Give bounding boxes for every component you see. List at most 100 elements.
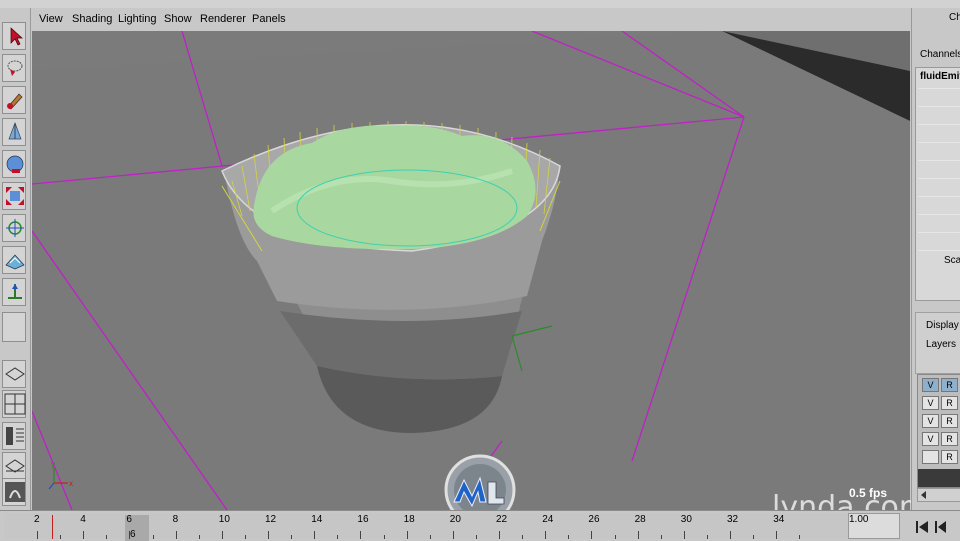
current-frame-label: 6 <box>130 529 136 540</box>
menu-shading[interactable]: Shading <box>72 13 112 25</box>
channel-box-title: Ch <box>949 12 960 23</box>
frame-tick <box>637 531 639 539</box>
frame-tick-label: 14 <box>311 514 323 525</box>
perspective-viewport[interactable]: y x <box>32 31 910 510</box>
step-back-icon[interactable] <box>916 521 928 533</box>
menu-renderer[interactable]: Renderer <box>200 13 246 25</box>
single-view-layout-icon[interactable] <box>2 360 26 388</box>
channels-menu[interactable]: Channels <box>920 49 960 60</box>
frame-tick <box>337 535 339 539</box>
range-end-field[interactable]: 1.00 <box>848 513 900 539</box>
layer-row[interactable]: V R <box>920 396 960 410</box>
frame-tick <box>660 535 662 539</box>
frame-tick <box>268 531 269 539</box>
frame-tick <box>545 531 547 539</box>
frame-tick <box>83 531 85 539</box>
menu-view[interactable]: View <box>39 13 63 25</box>
frame-tick <box>129 531 131 539</box>
render-toggle[interactable]: R <box>941 450 958 464</box>
frame-tick <box>499 531 500 539</box>
layer-row[interactable]: V R <box>920 414 960 428</box>
visibility-toggle[interactable]: V <box>922 432 939 446</box>
frame-tick <box>753 535 755 539</box>
frame-tick <box>406 531 408 539</box>
frame-tick-label: 22 <box>496 514 508 525</box>
render-toggle[interactable]: R <box>941 378 958 392</box>
layer-row[interactable]: R <box>920 450 960 464</box>
svg-text:x: x <box>69 479 73 488</box>
lasso-tool-icon[interactable] <box>2 54 26 82</box>
visibility-toggle[interactable]: V <box>922 396 939 410</box>
rotate-tool-icon[interactable] <box>2 150 26 178</box>
display-layer-tabs: Display Layers <box>915 312 960 374</box>
playback-controls <box>914 519 958 538</box>
menu-panels[interactable]: Panels <box>252 13 286 25</box>
frame-tick-label: 12 <box>265 514 277 525</box>
frame-tick <box>360 531 362 539</box>
tab-layers[interactable]: Layers <box>926 339 956 350</box>
frame-tick-label: 8 <box>172 514 179 525</box>
paint-tool-icon[interactable] <box>2 86 26 114</box>
frame-tick <box>799 535 801 539</box>
persp-graph-layout-icon[interactable] <box>2 452 26 480</box>
toolbox <box>0 8 31 510</box>
show-manipulator-icon[interactable] <box>2 278 26 306</box>
frame-tick <box>591 531 593 539</box>
frame-tick-label: 32 <box>727 514 739 525</box>
frame-tick-label: 20 <box>449 514 461 525</box>
visibility-toggle[interactable] <box>922 450 939 464</box>
four-view-layout-icon[interactable] <box>2 390 26 418</box>
layer-row[interactable]: V R <box>920 378 960 392</box>
panel-menu-bar: View Shading Lighting Show Renderer Pane… <box>31 8 911 30</box>
last-tool-icon[interactable] <box>2 312 26 342</box>
frame-tick-label: 10 <box>218 514 230 525</box>
menu-lighting[interactable]: Lighting <box>118 13 157 25</box>
skip-back-icon[interactable] <box>935 521 946 533</box>
viewport-scene: y x <box>32 31 910 510</box>
frame-tick-label: 34 <box>773 514 785 525</box>
hypershade-layout-icon[interactable] <box>2 478 26 506</box>
frame-tick <box>37 531 38 539</box>
frame-tick <box>730 531 731 539</box>
scale-tool-icon[interactable] <box>2 182 26 210</box>
frame-tick-label: 30 <box>680 514 692 525</box>
manipulator-tool-icon[interactable] <box>2 214 26 242</box>
render-toggle[interactable]: R <box>941 396 958 410</box>
outliner-layout-icon[interactable] <box>2 422 26 450</box>
playhead[interactable] <box>52 515 53 539</box>
frame-tick-label: 4 <box>80 514 86 525</box>
menu-show[interactable]: Show <box>164 13 192 25</box>
frame-tick-label: 6 <box>126 514 132 525</box>
move-tool-icon[interactable] <box>2 118 26 146</box>
frame-tick <box>291 535 293 539</box>
frame-tick-label: 24 <box>542 514 554 525</box>
frame-tick <box>60 535 62 539</box>
layer-row[interactable]: V R <box>920 432 960 446</box>
time-slider-track[interactable]: 6 2 4 6 8 10 12 14 16 18 20 22 24 26 28 30 32 34 <box>4 513 850 541</box>
time-slider[interactable]: 6 2 4 6 8 10 12 14 16 18 20 22 24 26 28 30 32 34 1.00 <box>0 510 960 541</box>
frame-tick <box>314 531 316 539</box>
select-tool-icon[interactable] <box>2 22 26 50</box>
frame-tick <box>152 535 154 539</box>
frame-tick <box>475 535 477 539</box>
frame-tick-label: 28 <box>634 514 646 525</box>
frame-tick <box>198 535 200 539</box>
scale-attribute[interactable]: Scal <box>944 255 960 266</box>
visibility-toggle[interactable]: V <box>922 414 939 428</box>
frame-tick <box>706 535 708 539</box>
frame-tick <box>568 535 570 539</box>
soft-mod-tool-icon[interactable] <box>2 246 26 274</box>
channel-box-panel: Ch Channels fluidEmit Scal Display Layer… <box>911 8 960 510</box>
render-toggle[interactable]: R <box>941 414 958 428</box>
layer-list: V R V R V R V R R <box>917 374 960 488</box>
layer-scrollbar[interactable] <box>917 488 960 502</box>
frame-tick <box>221 531 223 539</box>
frame-tick <box>683 531 685 539</box>
render-toggle[interactable]: R <box>941 432 958 446</box>
layer-list-empty <box>918 469 960 487</box>
frame-tick <box>776 531 778 539</box>
frame-tick <box>383 535 385 539</box>
visibility-toggle[interactable]: V <box>922 378 939 392</box>
tab-display[interactable]: Display <box>926 320 959 331</box>
object-name[interactable]: fluidEmit <box>920 71 960 82</box>
